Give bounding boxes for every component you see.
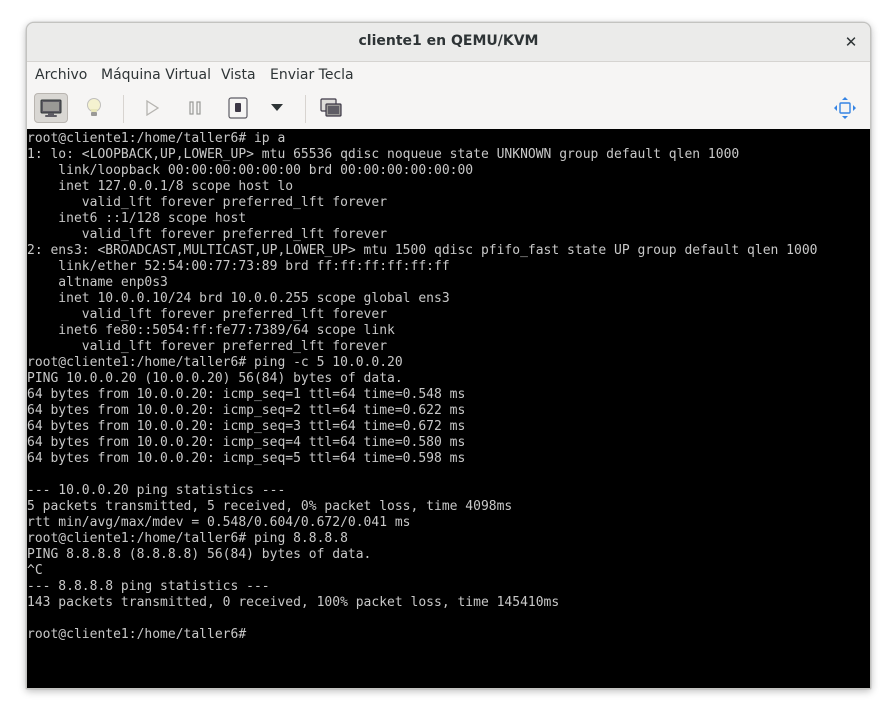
terminal-line: ^C (27, 563, 43, 578)
menu-enviar-tecla[interactable]: Enviar Tecla (270, 67, 354, 83)
terminal-line: 2: ens3: <BROADCAST,MULTICAST,UP,LOWER_U… (27, 243, 818, 258)
terminal-line: --- 10.0.0.20 ping statistics --- (27, 483, 286, 498)
terminal-output: root@cliente1:/home/taller6# ip a 1: lo: … (27, 129, 870, 643)
terminal-line: 64 bytes from 10.0.0.20: icmp_seq=2 ttl=… (27, 403, 466, 418)
vm-console-display[interactable]: root@cliente1:/home/taller6# ip a 1: lo: … (27, 129, 870, 688)
terminal-line: root@cliente1:/home/taller6# ping 8.8.8.… (27, 531, 348, 546)
terminal-line: PING 8.8.8.8 (8.8.8.8) 56(84) bytes of d… (27, 547, 372, 562)
terminal-line: valid_lft forever preferred_lft forever (27, 227, 388, 242)
power-icon (228, 97, 248, 119)
play-icon (146, 100, 159, 116)
terminal-line: 1: lo: <LOOPBACK,UP,LOWER_UP> mtu 65536 … (27, 147, 740, 162)
toolbar-separator (123, 95, 124, 123)
console-button[interactable] (34, 93, 68, 123)
terminal-line: valid_lft forever preferred_lft forever (27, 195, 388, 210)
title-bar[interactable]: cliente1 en QEMU/KVM ✕ (27, 23, 870, 62)
terminal-line: altname enp0s3 (27, 275, 168, 290)
terminal-line: 5 packets transmitted, 5 received, 0% pa… (27, 499, 513, 514)
run-button[interactable] (137, 93, 167, 123)
terminal-line: 64 bytes from 10.0.0.20: icmp_seq=3 ttl=… (27, 419, 466, 434)
pause-icon (189, 101, 201, 115)
chevron-down-icon (271, 104, 283, 111)
snapshots-button[interactable] (316, 93, 346, 123)
window-title: cliente1 en QEMU/KVM (358, 33, 539, 49)
fullscreen-button[interactable] (830, 93, 860, 123)
terminal-line: 64 bytes from 10.0.0.20: icmp_seq=4 ttl=… (27, 435, 466, 450)
terminal-line: 64 bytes from 10.0.0.20: icmp_seq=1 ttl=… (27, 387, 466, 402)
terminal-line: inet 127.0.0.1/8 scope host lo (27, 179, 294, 194)
terminal-line: inet6 ::1/128 scope host (27, 211, 247, 226)
toolbar (27, 88, 870, 130)
menu-vista[interactable]: Vista (221, 67, 256, 83)
terminal-line: root@cliente1:/home/taller6# ip a (27, 131, 286, 146)
resize-arrows-icon (834, 97, 856, 119)
terminal-line: valid_lft forever preferred_lft forever (27, 307, 388, 322)
vm-window: cliente1 en QEMU/KVM ✕ Archivo Máquina V… (26, 22, 871, 689)
terminal-line: --- 8.8.8.8 ping statistics --- (27, 579, 270, 594)
terminal-line: PING 10.0.0.20 (10.0.0.20) 56(84) bytes … (27, 371, 403, 386)
monitor-icon (40, 99, 62, 117)
lightbulb-icon (87, 98, 101, 116)
menu-archivo[interactable]: Archivo (35, 67, 87, 83)
terminal-line: root@cliente1:/home/taller6# (27, 627, 254, 642)
menu-maquina-virtual[interactable]: Máquina Virtual (101, 67, 211, 83)
close-button[interactable]: ✕ (841, 32, 861, 52)
toolbar-separator (305, 95, 306, 123)
terminal-line: valid_lft forever preferred_lft forever (27, 339, 388, 354)
terminal-line: inet6 fe80::5054:ff:fe77:7389/64 scope l… (27, 323, 395, 338)
terminal-line: 143 packets transmitted, 0 received, 100… (27, 595, 560, 610)
menu-bar: Archivo Máquina Virtual Vista Enviar Tec… (27, 62, 870, 88)
details-button[interactable] (79, 93, 109, 123)
terminal-line: link/loopback 00:00:00:00:00:00 brd 00:0… (27, 163, 474, 178)
shutdown-menu-button[interactable] (265, 93, 289, 123)
terminal-line: inet 10.0.0.10/24 brd 10.0.0.255 scope g… (27, 291, 450, 306)
pause-button[interactable] (180, 93, 210, 123)
terminal-line: 64 bytes from 10.0.0.20: icmp_seq=5 ttl=… (27, 451, 466, 466)
terminal-line: link/ether 52:54:00:77:73:89 brd ff:ff:f… (27, 259, 450, 274)
terminal-line: root@cliente1:/home/taller6# ping -c 5 1… (27, 355, 403, 370)
snapshots-icon (320, 98, 342, 117)
shutdown-button[interactable] (226, 93, 250, 123)
terminal-line: rtt min/avg/max/mdev = 0.548/0.604/0.672… (27, 515, 411, 530)
